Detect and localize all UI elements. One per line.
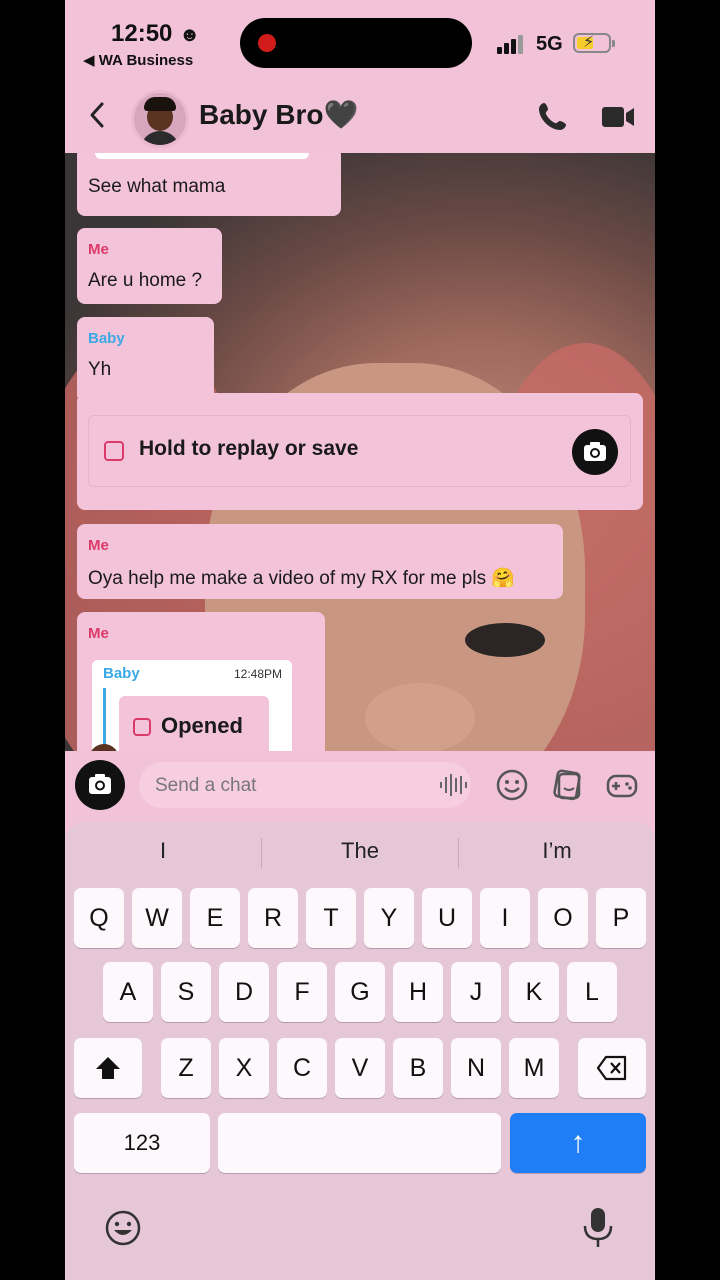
message-text: Are u home ? [88, 270, 203, 291]
network-label: 5G [536, 33, 563, 55]
opened-square-icon [133, 718, 151, 736]
message-bubble[interactable]: Me Oya help me make a video of my RX for… [77, 524, 563, 599]
key-i[interactable]: I [480, 888, 530, 948]
shift-key[interactable] [74, 1038, 142, 1098]
key-l[interactable]: L [567, 962, 617, 1022]
dynamic-island [240, 18, 472, 68]
background-photo-eye [465, 623, 545, 657]
space-key[interactable] [218, 1113, 501, 1173]
background-photo-nose [365, 683, 475, 751]
battery-icon: ⚡ [573, 33, 615, 53]
sender-label: Baby [88, 330, 125, 347]
key-m[interactable]: M [509, 1038, 559, 1098]
back-to-app-link[interactable]: ◀ WA Business [83, 51, 193, 69]
emoji-icon[interactable] [495, 768, 529, 802]
key-n[interactable]: N [451, 1038, 501, 1098]
key-d[interactable]: D [219, 962, 269, 1022]
key-r[interactable]: R [248, 888, 298, 948]
key-u[interactable]: U [422, 888, 472, 948]
chat-input[interactable]: Send a chat [139, 762, 471, 808]
key-b[interactable]: B [393, 1038, 443, 1098]
snap-square-icon [104, 441, 124, 461]
message-text: Yh [88, 359, 112, 380]
shift-icon [96, 1057, 120, 1079]
recording-dot-icon [258, 34, 276, 52]
camera-icon[interactable] [572, 429, 618, 475]
chevron-left-icon [90, 102, 104, 128]
key-e[interactable]: E [190, 888, 240, 948]
contact-avatar[interactable] [131, 90, 189, 148]
key-z[interactable]: Z [161, 1038, 211, 1098]
camera-button[interactable] [75, 760, 125, 810]
key-j[interactable]: J [451, 962, 501, 1022]
game-controller-icon[interactable] [605, 768, 639, 802]
key-x[interactable]: X [219, 1038, 269, 1098]
signal-icon [497, 34, 527, 54]
suggestion-2[interactable]: The [262, 838, 458, 864]
quoted-status: Opened [119, 696, 269, 751]
chat-input-placeholder: Send a chat [155, 775, 257, 796]
microphone-icon[interactable] [581, 1206, 615, 1250]
quote-line [103, 688, 106, 751]
contact-name[interactable]: Baby Bro🖤 [199, 98, 358, 131]
phone-screen: 12:50 ☻ ◀ WA Business 5G ⚡ Baby Bro🖤 See… [65, 0, 655, 1280]
emoji-keyboard-icon[interactable] [103, 1208, 143, 1248]
quoted-time: 12:48PM [233, 667, 282, 681]
key-p[interactable]: P [596, 888, 646, 948]
back-button[interactable] [87, 100, 107, 138]
key-v[interactable]: V [335, 1038, 385, 1098]
key-q[interactable]: Q [74, 888, 124, 948]
quoted-text: Opened [161, 713, 243, 738]
backspace-icon [596, 1055, 627, 1081]
chat-area[interactable]: See what mama Me Are u home ? Baby Yh Ho… [65, 153, 655, 751]
keyboard: I The I’m Q W E R T Y U I O P A S D F G … [65, 822, 655, 1280]
phone-call-icon[interactable] [537, 100, 569, 132]
send-key[interactable]: ↑ [510, 1113, 646, 1173]
message-bubble[interactable]: Baby Yh [77, 317, 214, 397]
quoted-sender: Baby [103, 665, 140, 682]
key-g[interactable]: G [335, 962, 385, 1022]
sender-label: Me [88, 241, 109, 258]
camera-icon [89, 774, 111, 794]
key-k[interactable]: K [509, 962, 559, 1022]
key-y[interactable]: Y [364, 888, 414, 948]
key-s[interactable]: S [161, 962, 211, 1022]
suggestion-3[interactable]: I’m [459, 838, 655, 864]
backspace-key[interactable] [578, 1038, 646, 1098]
message-text: See what mama [88, 176, 226, 197]
message-bubble[interactable]: See what mama [77, 153, 341, 216]
snap-label: Hold to replay or save [139, 437, 359, 460]
sender-label: Me [88, 537, 109, 554]
quoted-message-card[interactable]: Baby 12:48PM Opened [92, 660, 292, 751]
video-call-icon[interactable] [601, 104, 635, 130]
key-a[interactable]: A [103, 962, 153, 1022]
message-text: Oya help me make a video of my RX for me… [88, 568, 516, 589]
message-bubble[interactable]: Me Are u home ? [77, 228, 222, 304]
numbers-key[interactable]: 123 [74, 1113, 210, 1173]
status-time: 12:50 ☻ [111, 20, 201, 47]
snap-replay-card[interactable]: Hold to replay or save [88, 415, 631, 487]
key-t[interactable]: T [306, 888, 356, 948]
sender-label: Me [88, 625, 109, 642]
voice-wave-icon[interactable] [439, 774, 467, 796]
key-f[interactable]: F [277, 962, 327, 1022]
key-w[interactable]: W [132, 888, 182, 948]
message-bubble[interactable]: Me Baby 12:48PM Opened [77, 612, 325, 751]
key-o[interactable]: O [538, 888, 588, 948]
suggestion-1[interactable]: I [65, 838, 261, 864]
key-h[interactable]: H [393, 962, 443, 1022]
snap-message[interactable]: Hold to replay or save [77, 393, 643, 510]
key-c[interactable]: C [277, 1038, 327, 1098]
sticker-icon[interactable] [551, 768, 585, 802]
